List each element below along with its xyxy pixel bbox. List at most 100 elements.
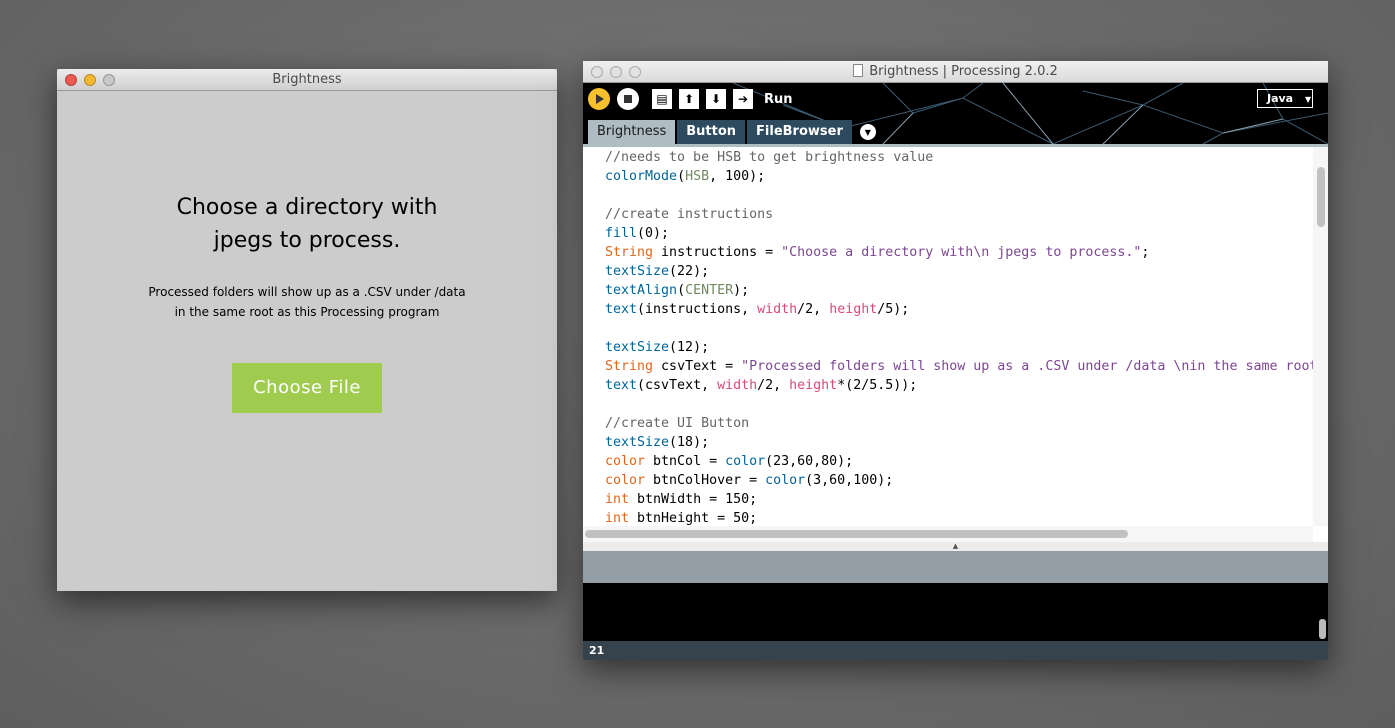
code-token: color bbox=[725, 454, 766, 469]
stop-icon bbox=[624, 95, 632, 103]
code-token: /2, bbox=[797, 302, 830, 317]
code-token: height bbox=[829, 302, 878, 317]
close-button[interactable] bbox=[65, 74, 77, 86]
code-token: HSB bbox=[685, 169, 710, 184]
console-scrollbar[interactable] bbox=[1319, 619, 1326, 639]
save-button[interactable]: ⬇ bbox=[706, 89, 726, 109]
code-line[interactable]: text(instructions, width/2, height/5); bbox=[605, 300, 1313, 319]
line-number-status: 21 bbox=[583, 641, 1328, 660]
code-line[interactable]: textAlign(CENTER); bbox=[605, 281, 1313, 300]
stop-button[interactable] bbox=[617, 88, 639, 110]
scroll-thumb[interactable] bbox=[585, 530, 1128, 538]
code-token: text bbox=[605, 302, 638, 317]
code-line[interactable]: int btnHeight = 50; bbox=[605, 509, 1313, 526]
ide-titlebar: Brightness | Processing 2.0.2 bbox=[583, 61, 1328, 83]
choose-file-button[interactable]: Choose File bbox=[232, 363, 382, 413]
new-button[interactable]: ▤ bbox=[652, 89, 672, 109]
code-token: String bbox=[605, 359, 654, 374]
code-token: CENTER bbox=[685, 283, 734, 298]
chevron-down-icon: ▼ bbox=[864, 127, 871, 137]
code-line[interactable]: color btnColHover = color(3,60,100); bbox=[605, 471, 1313, 490]
code-line[interactable]: textSize(18); bbox=[605, 433, 1313, 452]
toolbar-hint-label: Run bbox=[764, 91, 793, 107]
code-token: ( bbox=[677, 169, 686, 184]
code-line[interactable]: String instructions = "Choose a director… bbox=[605, 243, 1313, 262]
code-token: textSize bbox=[605, 435, 670, 450]
code-token: csvText = bbox=[653, 359, 742, 374]
code-line[interactable] bbox=[605, 186, 1313, 205]
code-token: int bbox=[605, 492, 630, 507]
console[interactable] bbox=[583, 583, 1328, 641]
code-token: String bbox=[605, 245, 654, 260]
code-line[interactable] bbox=[605, 319, 1313, 338]
code-token: btnWidth = 150; bbox=[629, 492, 758, 507]
code-token: height bbox=[789, 378, 838, 393]
code-token: ); bbox=[733, 283, 750, 298]
code-line[interactable]: //create UI Button bbox=[605, 414, 1313, 433]
message-area bbox=[583, 551, 1328, 583]
run-button[interactable] bbox=[588, 88, 610, 110]
code-token: (instructions, bbox=[637, 302, 758, 317]
mode-selector[interactable]: Java ▼ bbox=[1257, 89, 1313, 108]
open-button[interactable]: ⬆ bbox=[679, 89, 699, 109]
code-line[interactable]: text(csvText, width/2, height*(2/5.5)); bbox=[605, 376, 1313, 395]
minimize-button[interactable] bbox=[84, 74, 96, 86]
code-line[interactable]: textSize(22); bbox=[605, 262, 1313, 281]
code-token: , 100); bbox=[709, 169, 766, 184]
code-line[interactable]: textSize(12); bbox=[605, 338, 1313, 357]
code-token: "Processed folders will show up as a .CS… bbox=[741, 359, 1313, 374]
code-token: color bbox=[765, 473, 806, 488]
vertical-scrollbar[interactable] bbox=[1313, 147, 1328, 526]
scroll-thumb[interactable] bbox=[1317, 167, 1325, 227]
code-token: //create instructions bbox=[605, 207, 774, 222]
zoom-button[interactable] bbox=[103, 74, 115, 86]
window-title: Brightness bbox=[272, 72, 342, 87]
window-title: Brightness | Processing 2.0.2 bbox=[869, 64, 1058, 79]
code-token: ; bbox=[1141, 245, 1150, 260]
code-token: /2, bbox=[757, 378, 790, 393]
code-token: (csvText, bbox=[637, 378, 718, 393]
code-line[interactable]: colorMode(HSB, 100); bbox=[605, 167, 1313, 186]
sketch-titlebar: Brightness bbox=[57, 69, 557, 91]
sketch-window: Brightness Choose a directory with jpegs… bbox=[57, 69, 557, 591]
minimize-button[interactable] bbox=[610, 66, 622, 78]
code-token: colorMode bbox=[605, 169, 678, 184]
code-line[interactable]: fill(0); bbox=[605, 224, 1313, 243]
tab-menu-button[interactable]: ▼ bbox=[859, 124, 876, 140]
code-token: btnColHover = bbox=[645, 473, 766, 488]
code-token: /5); bbox=[877, 302, 910, 317]
csv-info-text: Processed folders will show up as a .CSV… bbox=[148, 285, 466, 319]
save-icon: ⬇ bbox=[710, 92, 722, 106]
code-token: int bbox=[605, 511, 630, 526]
code-token: text bbox=[605, 378, 638, 393]
mode-label: Java bbox=[1267, 92, 1294, 105]
pane-divider-handle[interactable]: ▲ bbox=[583, 542, 1328, 551]
code-line[interactable]: //needs to be HSB to get brightness valu… bbox=[605, 148, 1313, 167]
code-token: width bbox=[757, 302, 798, 317]
code-line[interactable]: String csvText = "Processed folders will… bbox=[605, 357, 1313, 376]
code-line[interactable]: int btnWidth = 150; bbox=[605, 490, 1313, 509]
code-line[interactable]: color btnCol = color(23,60,80); bbox=[605, 452, 1313, 471]
tab-filebrowser[interactable]: FileBrowser bbox=[747, 120, 852, 144]
zoom-button[interactable] bbox=[629, 66, 641, 78]
code-line[interactable]: //create instructions bbox=[605, 205, 1313, 224]
code-token: //needs to be HSB to get brightness valu… bbox=[605, 150, 934, 165]
close-button[interactable] bbox=[591, 66, 603, 78]
code-token: btnCol = bbox=[645, 454, 726, 469]
code-token: (12); bbox=[669, 340, 710, 355]
code-token: btnHeight = 50; bbox=[629, 511, 758, 526]
code-line[interactable] bbox=[605, 395, 1313, 414]
code-text[interactable]: //needs to be HSB to get brightness valu… bbox=[605, 147, 1313, 526]
document-icon bbox=[853, 64, 864, 77]
export-icon: ➔ bbox=[737, 92, 749, 106]
tab-brightness[interactable]: Brightness bbox=[588, 120, 676, 144]
play-icon bbox=[596, 94, 604, 104]
export-button[interactable]: ➔ bbox=[733, 89, 753, 109]
code-token: *(2/5.5)); bbox=[837, 378, 918, 393]
code-editor[interactable]: //needs to be HSB to get brightness valu… bbox=[583, 144, 1328, 542]
code-token: textSize bbox=[605, 264, 670, 279]
tab-button[interactable]: Button bbox=[677, 120, 746, 144]
code-token: fill bbox=[605, 226, 638, 241]
horizontal-scrollbar[interactable] bbox=[583, 526, 1313, 542]
code-token: (22); bbox=[669, 264, 710, 279]
